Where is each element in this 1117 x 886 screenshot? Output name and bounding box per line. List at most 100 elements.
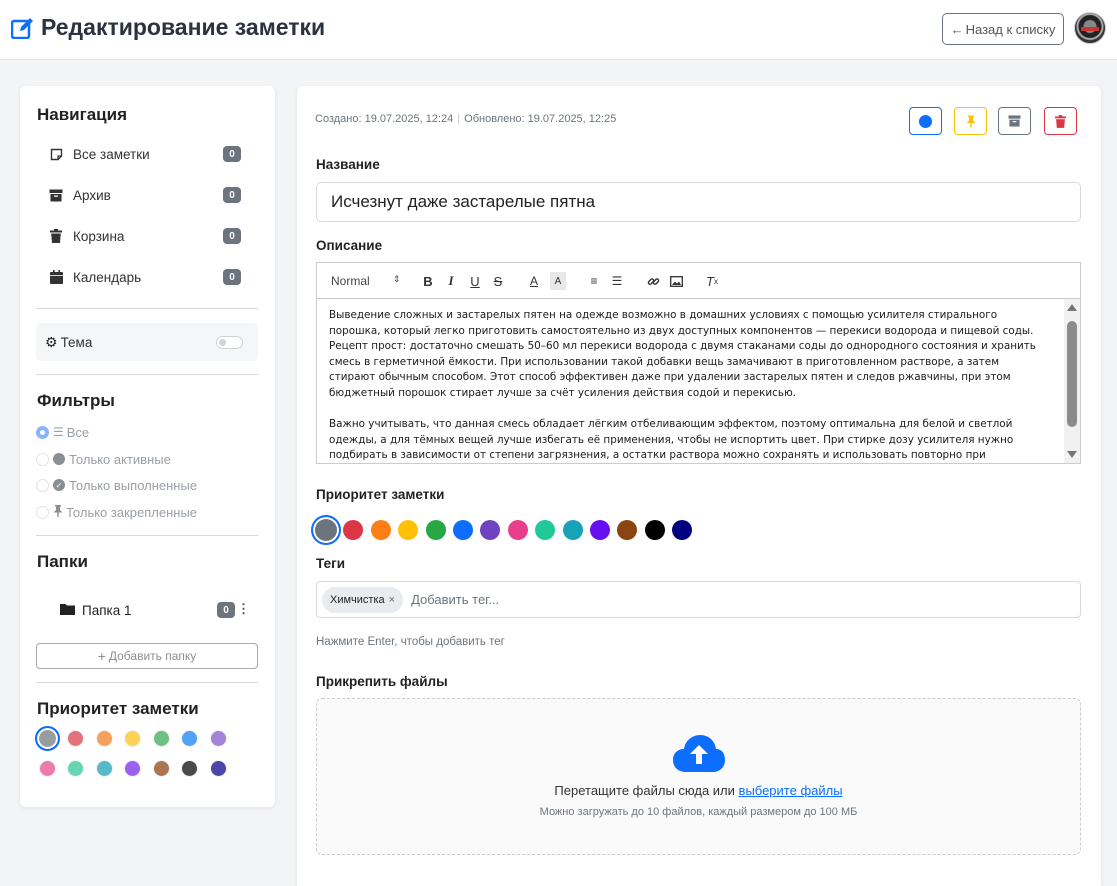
strikethrough-icon[interactable]: S <box>490 272 506 290</box>
filter-label: Все <box>66 424 90 440</box>
priority-color-swatch[interactable] <box>562 520 583 540</box>
theme-label: Тема <box>60 334 93 350</box>
back-button-label: Назад к списку <box>965 21 1056 37</box>
attach-files-label: Прикрепить файлы <box>316 674 448 689</box>
priority-color-swatch[interactable] <box>181 759 198 777</box>
priority-color-swatch[interactable] <box>398 520 419 540</box>
sidebar-item-label: Календарь <box>73 269 142 285</box>
title-input[interactable]: Исчезнут даже застарелые пятна <box>316 182 1081 222</box>
sort-arrows-icon[interactable]: ⇕ <box>393 274 401 285</box>
priority-color-swatch[interactable] <box>507 520 528 540</box>
avatar[interactable] <box>1074 12 1106 44</box>
scroll-down-icon[interactable] <box>1067 451 1077 458</box>
plus-icon: + <box>97 648 106 664</box>
priority-color-swatch[interactable] <box>644 520 665 540</box>
back-to-list-button[interactable]: ← Назад к списку <box>942 13 1064 45</box>
circle-icon <box>919 114 932 128</box>
priority-color-swatch[interactable] <box>672 520 693 540</box>
priority-color-swatch[interactable] <box>617 520 638 540</box>
remove-tag-icon[interactable]: × <box>389 594 395 606</box>
priority-color-swatch[interactable] <box>152 729 170 747</box>
text-color-icon[interactable]: A <box>526 272 542 290</box>
priority-color-swatch[interactable] <box>343 520 364 540</box>
priority-color-swatch[interactable] <box>152 759 170 777</box>
filter-active[interactable]: Только активные <box>36 450 171 468</box>
check-circle-icon: ✓ <box>53 479 65 491</box>
divider <box>36 374 258 375</box>
priority-color-swatch[interactable] <box>67 729 84 747</box>
sidebar-item-label: Архив <box>73 187 111 203</box>
folders-heading: Папки <box>37 552 88 571</box>
link-icon[interactable] <box>645 272 661 290</box>
sidebar-item-trash[interactable]: Корзина 0 <box>47 224 241 248</box>
choose-files-link[interactable]: выберите файлы <box>739 783 843 798</box>
file-dropzone[interactable]: Перетащите файлы сюда или выберите файлы… <box>316 698 1081 855</box>
count-badge: 0 <box>217 602 235 618</box>
divider <box>36 308 258 309</box>
count-badge: 0 <box>223 146 241 162</box>
filter-radio[interactable] <box>36 478 49 492</box>
more-vertical-icon[interactable]: ⋮ <box>237 601 250 617</box>
mark-active-button[interactable] <box>909 107 942 135</box>
priority-color-swatch[interactable] <box>209 759 227 777</box>
bullet-list-icon[interactable]: ☰ <box>609 272 625 290</box>
sidebar-item-archive[interactable]: Архив 0 <box>47 183 241 207</box>
add-folder-button[interactable]: + Добавить папку <box>36 643 258 669</box>
filter-label: Только закрепленные <box>66 504 198 520</box>
tags-input[interactable]: Химчистка × Добавить тег... <box>316 581 1081 618</box>
scroll-up-icon[interactable] <box>1067 304 1077 311</box>
filter-radio[interactable] <box>36 425 49 439</box>
bold-icon[interactable]: B <box>420 272 436 290</box>
underline-icon[interactable]: U <box>467 272 483 290</box>
filter-radio[interactable] <box>36 505 49 519</box>
image-icon[interactable] <box>668 272 684 290</box>
page-title: Редактирование заметки <box>41 14 326 40</box>
folder-item[interactable]: Папка 1 0 ⋮ <box>60 599 250 621</box>
priority-color-swatch[interactable] <box>67 759 84 777</box>
priority-color-swatch[interactable] <box>95 729 113 747</box>
folder-icon <box>60 603 75 618</box>
description-text[interactable]: Выведение сложных и застарелых пятен на … <box>329 308 1041 463</box>
priority-color-swatch[interactable] <box>535 520 556 540</box>
priority-color-swatch[interactable] <box>209 729 227 747</box>
priority-color-swatch[interactable] <box>425 520 446 540</box>
priority-color-swatch[interactable] <box>38 759 56 777</box>
pin-button[interactable] <box>954 107 987 135</box>
priority-color-swatch[interactable] <box>181 729 198 747</box>
tag-hint: Нажмите Enter, чтобы добавить тег <box>316 636 505 648</box>
note-editor-panel: Создано: 19.07.2025, 12:24 | Обновлено: 19… <box>297 86 1101 886</box>
format-select[interactable]: Normal <box>331 274 370 288</box>
clear-format-icon[interactable]: Tx <box>704 272 720 290</box>
pin-icon <box>966 115 975 127</box>
filter-all[interactable]: ☰ Все <box>36 423 89 441</box>
description-editor[interactable]: Выведение сложных и застарелых пятен на … <box>316 298 1081 464</box>
delete-button[interactable] <box>1044 107 1077 135</box>
theme-toggle[interactable] <box>216 336 243 349</box>
top-bar: Редактирование заметки ← Назад к списку <box>0 0 1117 60</box>
priority-color-swatch[interactable] <box>480 520 501 540</box>
filter-pinned[interactable]: Только закрепленные <box>36 503 197 521</box>
priority-color-swatch[interactable] <box>590 520 610 540</box>
priority-color-swatch[interactable] <box>124 759 141 777</box>
note-meta: Создано: 19.07.2025, 12:24 | Обновлено: 19… <box>315 113 617 125</box>
divider <box>36 535 258 536</box>
priority-color-swatch[interactable] <box>95 759 113 777</box>
scrollbar-thumb[interactable] <box>1067 321 1077 427</box>
editor-scrollbar[interactable] <box>1064 299 1080 463</box>
priority-color-swatch[interactable] <box>34 725 60 751</box>
archive-button[interactable] <box>998 107 1031 135</box>
created-timestamp: Создано: 19.07.2025, 12:24 <box>315 113 454 125</box>
priority-color-swatch[interactable] <box>124 729 141 747</box>
filter-radio[interactable] <box>36 452 49 466</box>
sidebar-item-all-notes[interactable]: Все заметки 0 <box>47 142 241 166</box>
add-tag-field[interactable]: Добавить тег... <box>411 592 499 607</box>
ordered-list-icon[interactable]: ≡ <box>586 272 602 290</box>
priority-color-swatch[interactable] <box>453 520 473 540</box>
edit-note-icon <box>11 18 33 39</box>
background-color-icon[interactable]: A <box>550 272 566 290</box>
priority-color-swatch[interactable] <box>370 520 391 540</box>
priority-color-swatch[interactable] <box>311 515 341 545</box>
italic-icon[interactable]: I <box>443 272 459 290</box>
filter-completed[interactable]: ✓ Только выполненные <box>36 476 197 494</box>
sidebar-item-calendar[interactable]: Календарь 0 <box>47 265 241 289</box>
